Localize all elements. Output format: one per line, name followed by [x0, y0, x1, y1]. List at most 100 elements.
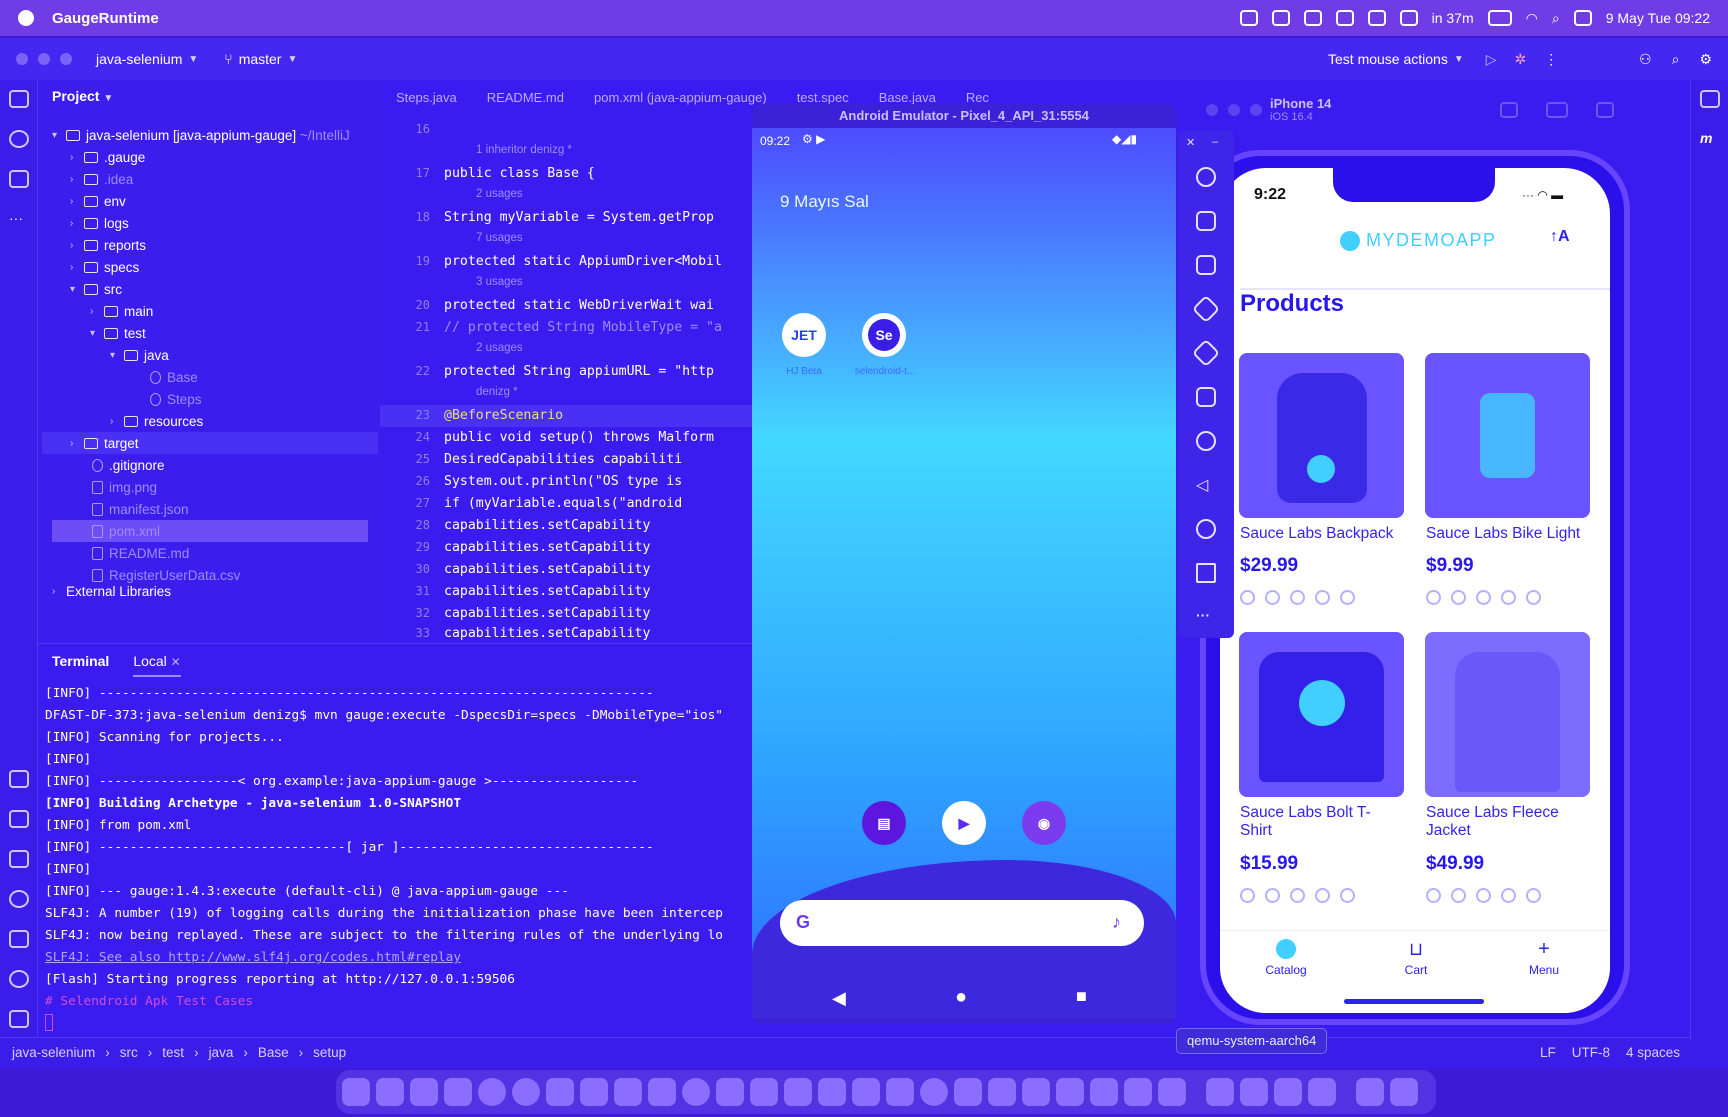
problems-icon[interactable]: [9, 970, 29, 988]
search-icon[interactable]: ⌕: [1552, 10, 1560, 27]
documents-icon[interactable]: [1356, 1078, 1384, 1106]
window-controls[interactable]: [1206, 104, 1262, 116]
calendar-timer[interactable]: in 37m: [1432, 10, 1474, 26]
word-icon[interactable]: [886, 1078, 914, 1106]
services-icon[interactable]: [9, 890, 29, 908]
tree-item[interactable]: RegisterUserData.csv: [92, 564, 240, 586]
build-icon[interactable]: [9, 850, 29, 868]
tab-base[interactable]: Base.java: [879, 90, 936, 105]
breadcrumb-item[interactable]: src: [120, 1045, 138, 1060]
chrome-icon[interactable]: [478, 1078, 506, 1106]
vscode-icon[interactable]: [818, 1078, 846, 1106]
breadcrumb-item[interactable]: Base: [258, 1045, 289, 1060]
tree-item[interactable]: › .idea: [70, 168, 133, 190]
hj-beta-app-icon[interactable]: JET: [782, 313, 826, 357]
rating-stars[interactable]: [1426, 590, 1541, 605]
tasks-icon[interactable]: [444, 1078, 472, 1106]
calculator-icon[interactable]: [1090, 1078, 1118, 1106]
facetime-icon[interactable]: [410, 1078, 438, 1106]
more-icon[interactable]: ···: [9, 210, 29, 228]
tab-test-spec[interactable]: test.spec: [797, 90, 849, 105]
code-line[interactable]: capabilities.setCapability: [444, 626, 650, 640]
tree-root[interactable]: ▾ java-selenium [java-appium-gauge] ~/Int…: [52, 124, 350, 146]
rotate-icon[interactable]: [1596, 102, 1614, 118]
breadcrumb-item[interactable]: java: [209, 1045, 234, 1060]
tree-item[interactable]: › logs: [70, 212, 129, 234]
more-icon[interactable]: ⋮: [1544, 51, 1558, 68]
code-line[interactable]: capabilities.setCapability: [444, 518, 650, 533]
code-line[interactable]: protected static WebDriverWait wai: [444, 298, 714, 313]
app-store-icon[interactable]: [954, 1078, 982, 1106]
tree-item[interactable]: ▾ test: [90, 322, 146, 344]
product-image[interactable]: [1239, 353, 1404, 518]
rating-stars[interactable]: [1240, 590, 1355, 605]
code-line[interactable]: if (myVariable.equals("android: [444, 496, 682, 511]
tree-item-selected[interactable]: pom.xml: [52, 520, 368, 542]
android-date[interactable]: 9 Mayıs Sal: [780, 192, 869, 212]
files-icon[interactable]: [648, 1078, 676, 1106]
tab-pom[interactable]: pom.xml (java-appium-gauge): [594, 90, 767, 105]
search-icon[interactable]: ⌕: [1672, 51, 1680, 68]
add-user-icon[interactable]: ⚇: [1639, 51, 1652, 68]
product-image[interactable]: [1425, 632, 1590, 797]
home-icon[interactable]: [1196, 519, 1216, 539]
more-icon[interactable]: ···: [1196, 607, 1216, 627]
tree-item[interactable]: Steps: [150, 388, 202, 410]
back-icon[interactable]: ◁: [1196, 475, 1216, 495]
clock[interactable]: 9 May Tue 09:22: [1606, 10, 1710, 26]
app-name[interactable]: GaugeRuntime: [52, 10, 159, 27]
bug-icon[interactable]: [9, 770, 29, 788]
volume-down-icon[interactable]: [1196, 255, 1216, 275]
notes-icon[interactable]: [614, 1078, 642, 1106]
product-name[interactable]: Sauce Labs Backpack: [1240, 525, 1410, 543]
settings-icon[interactable]: [682, 1078, 710, 1106]
gear-icon[interactable]: ⚙: [1699, 51, 1712, 68]
edge-icon[interactable]: [920, 1078, 948, 1106]
firefox-icon[interactable]: [512, 1078, 540, 1106]
launchpad-icon[interactable]: [376, 1078, 404, 1106]
code-hint[interactable]: 2 usages: [476, 342, 523, 354]
product-image[interactable]: [1239, 632, 1404, 797]
zoom-icon[interactable]: [1196, 431, 1216, 451]
selendroid-app-icon[interactable]: Se: [862, 313, 906, 357]
branch-selector[interactable]: ⑂ master ▼: [224, 51, 297, 67]
camera-icon[interactable]: [1196, 387, 1216, 407]
product-name[interactable]: Sauce Labs Fleece Jacket: [1426, 804, 1576, 840]
xcode-icon[interactable]: [1206, 1078, 1234, 1106]
code-hint[interactable]: 3 usages: [476, 276, 523, 288]
indent[interactable]: 4 spaces: [1626, 1045, 1680, 1060]
product-name[interactable]: Sauce Labs Bike Light: [1426, 525, 1596, 543]
android-studio-icon[interactable]: [1274, 1078, 1302, 1106]
mic-icon[interactable]: ♪: [1112, 912, 1121, 933]
product-name[interactable]: Sauce Labs Bolt T-Shirt: [1240, 804, 1390, 840]
overview-icon[interactable]: [1196, 563, 1216, 583]
apple-icon[interactable]: [18, 10, 34, 26]
screenshot-icon[interactable]: [1546, 102, 1568, 118]
terminal-icon[interactable]: [716, 1078, 744, 1106]
app-icon[interactable]: [1056, 1078, 1084, 1106]
word-icon[interactable]: [1240, 1078, 1268, 1106]
wifi-icon[interactable]: ◠: [1526, 10, 1538, 27]
tree-item[interactable]: .gitignore: [92, 454, 165, 476]
volume-up-icon[interactable]: [1196, 211, 1216, 231]
finder-icon[interactable]: [342, 1078, 370, 1106]
folder-icon[interactable]: [9, 90, 29, 108]
breadcrumb-item[interactable]: setup: [313, 1045, 346, 1060]
play-store-icon[interactable]: ▶: [942, 801, 986, 845]
tree-item[interactable]: ▾ java: [110, 344, 169, 366]
code-line[interactable]: protected static AppiumDriver<Mobil: [444, 254, 722, 269]
code-hint[interactable]: 1 inheritor denizg *: [476, 144, 572, 156]
terminal-line[interactable]: SLF4J: See also http://www.slf4j.org/cod…: [45, 950, 461, 965]
git-icon[interactable]: [9, 1010, 29, 1028]
debug-icon[interactable]: ✲: [1515, 51, 1527, 68]
app-label[interactable]: selendroid-t...: [850, 366, 920, 377]
app-label[interactable]: HJ Beta: [782, 366, 826, 377]
code-line[interactable]: @BeforeScenario: [444, 408, 563, 423]
battery-icon[interactable]: [1487, 10, 1512, 26]
chrome-icon[interactable]: ◉: [1022, 801, 1066, 845]
code-line[interactable]: DesiredCapabilities capabiliti: [444, 452, 682, 467]
preview-icon[interactable]: [1308, 1078, 1336, 1106]
tree-item[interactable]: › specs: [70, 256, 139, 278]
power-icon[interactable]: [1196, 167, 1216, 187]
tab-steps[interactable]: Steps.java: [396, 90, 457, 105]
